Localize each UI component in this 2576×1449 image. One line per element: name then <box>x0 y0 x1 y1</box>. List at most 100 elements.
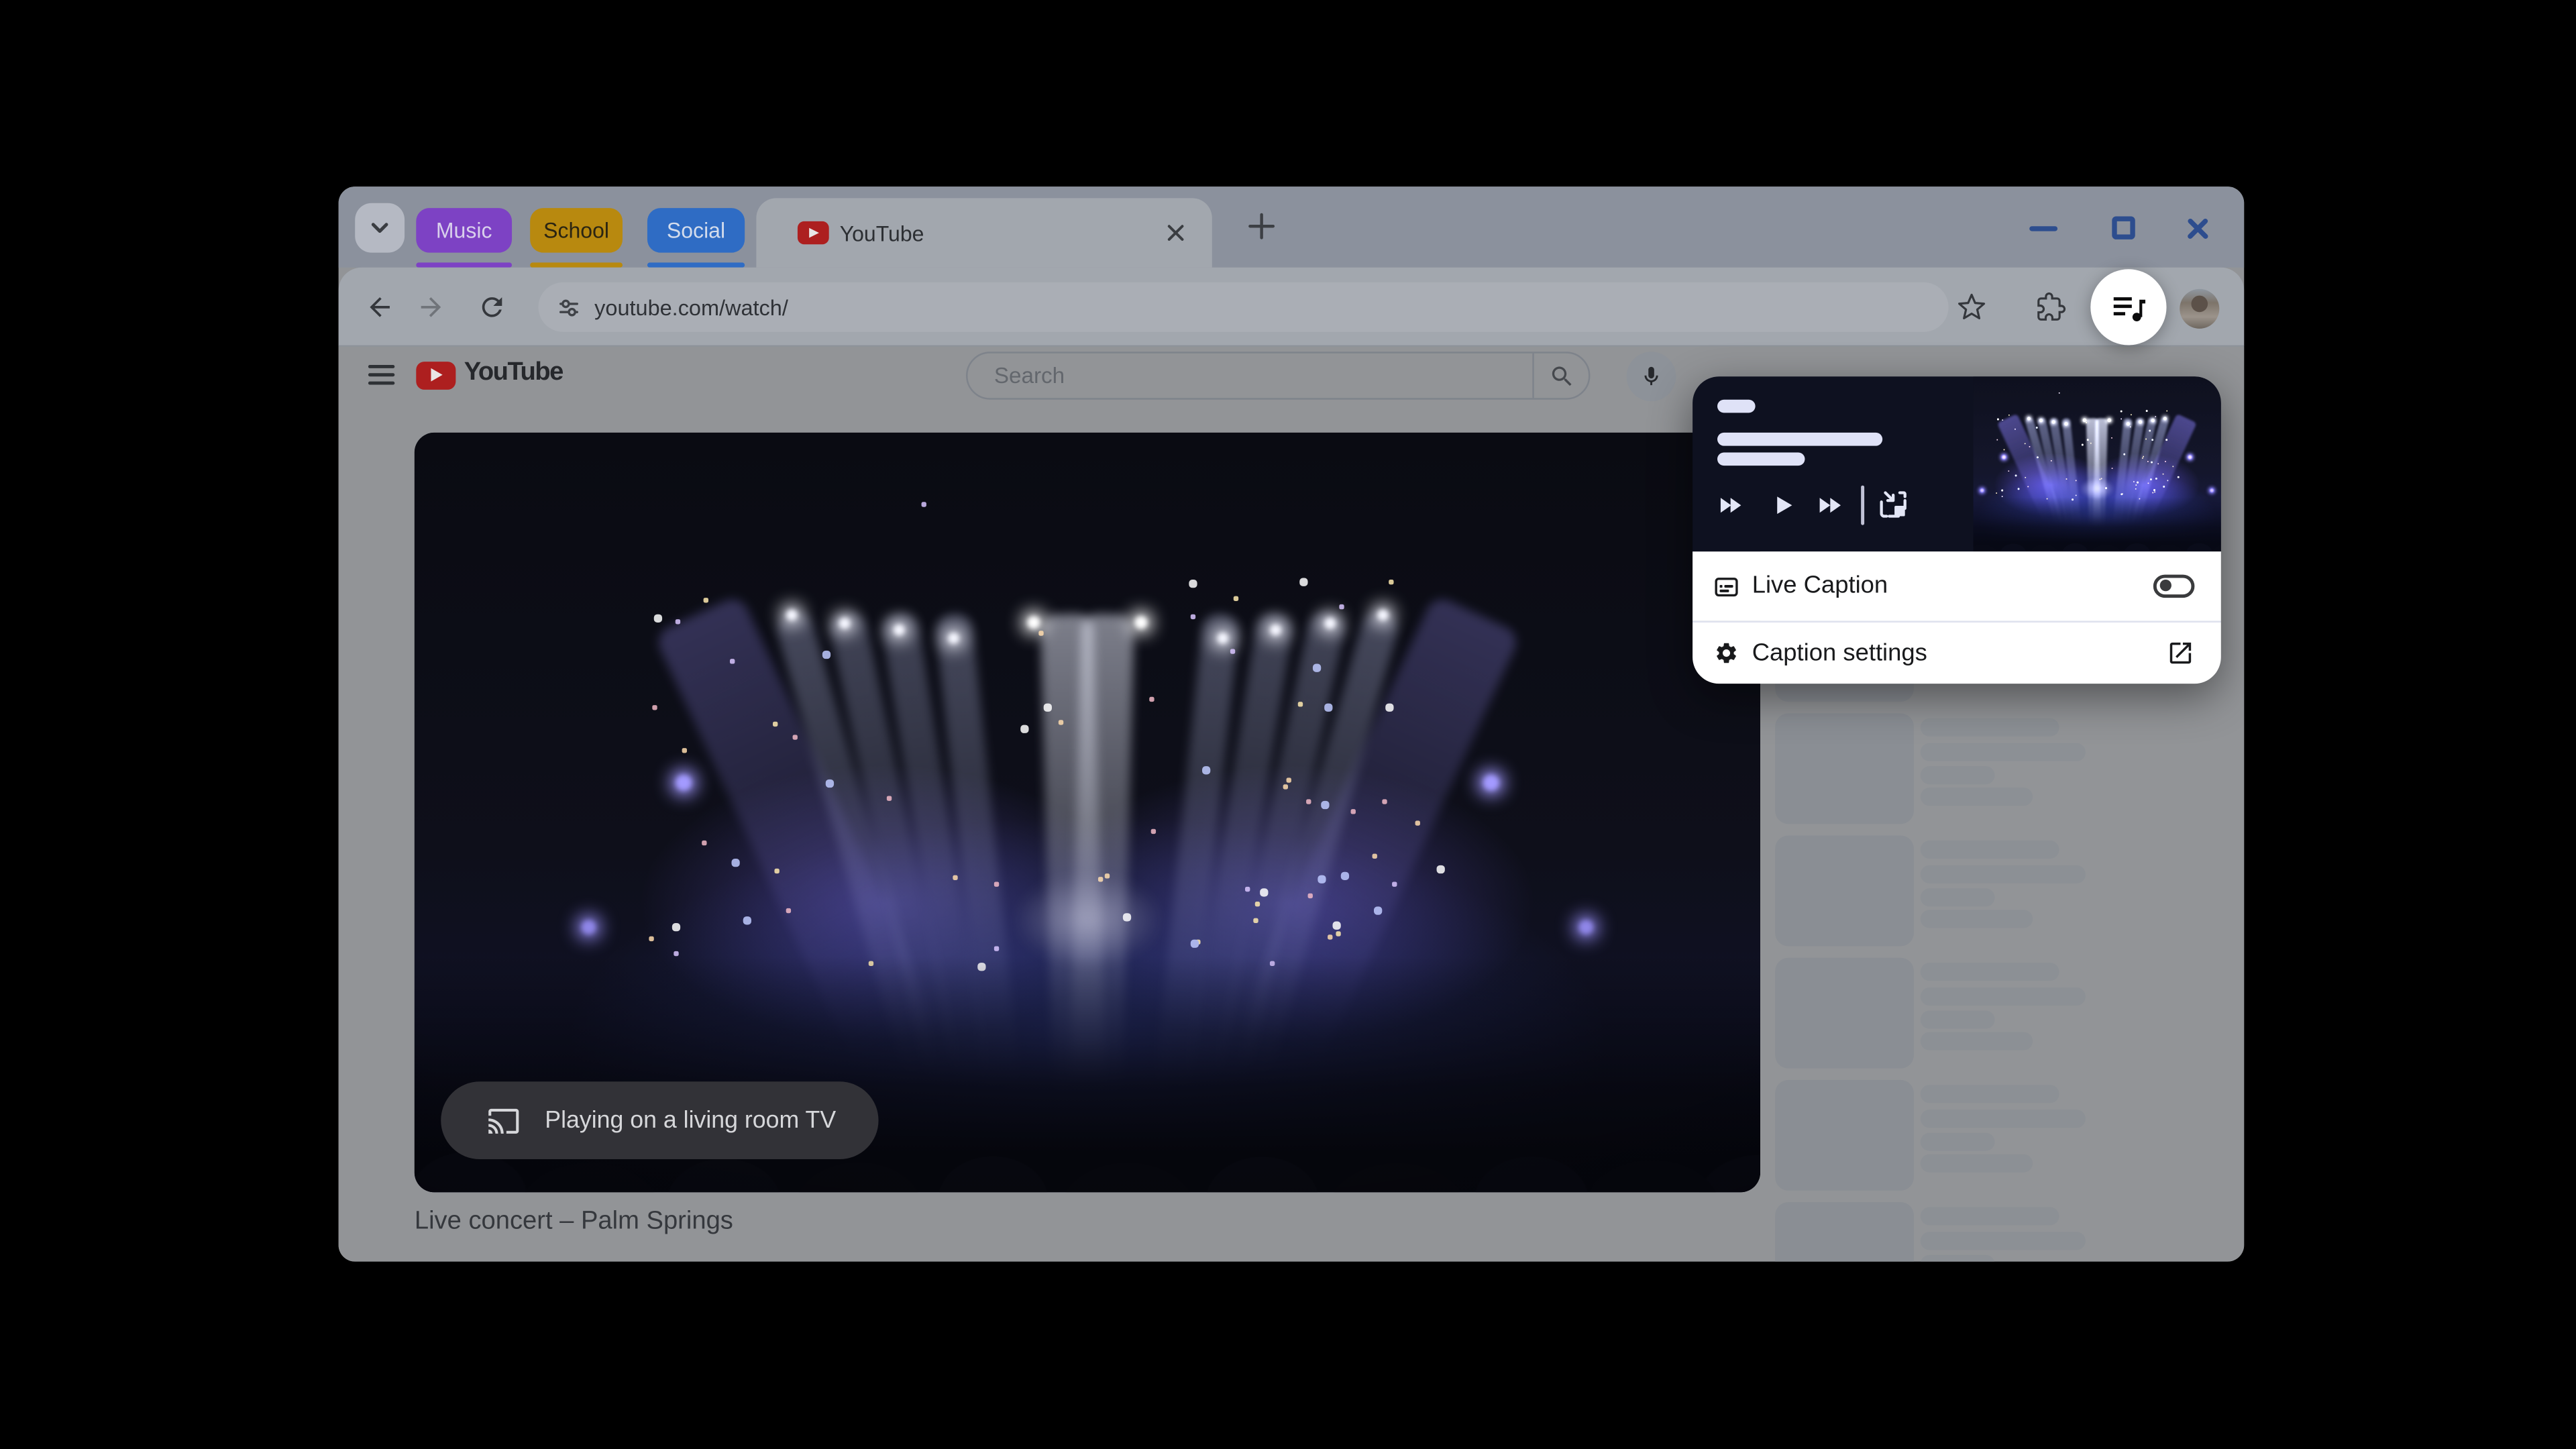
reload-icon[interactable] <box>477 292 506 322</box>
live-caption-icon <box>1715 576 1738 596</box>
tab-group-label: School <box>543 217 610 243</box>
skeleton-text-line <box>1920 1254 1995 1262</box>
plus-icon <box>1248 213 1275 239</box>
menu-icon[interactable] <box>368 365 395 385</box>
spotlight-dot <box>2151 419 2155 422</box>
skeleton-text-line <box>1920 766 1995 785</box>
skeleton-video-item <box>1775 713 2244 824</box>
skeleton-text-line <box>1920 963 2059 981</box>
minimize-icon[interactable] <box>2029 226 2058 232</box>
open-in-new-icon <box>2169 642 2192 664</box>
gear-icon <box>1717 643 1736 663</box>
video-vignette <box>414 432 1760 1193</box>
controls-divider <box>1861 485 1865 525</box>
mic-icon <box>1644 366 1658 384</box>
skeleton-text-line <box>1920 1154 2033 1173</box>
live-caption-row[interactable]: Live Caption <box>1693 551 2221 621</box>
tab-title: YouTube <box>839 221 924 246</box>
media-title-skeleton <box>1717 432 1883 445</box>
tab-close-button[interactable] <box>1162 219 1188 246</box>
tab-group-label: Music <box>435 217 492 243</box>
caption-settings-row[interactable]: Caption settings <box>1693 623 2221 684</box>
crowd-silhouette <box>1973 497 2221 552</box>
window-close-icon[interactable] <box>2185 215 2211 241</box>
search-input[interactable] <box>967 353 1540 398</box>
previous-track-icon[interactable] <box>1716 490 1746 520</box>
spotlight-dot <box>2108 419 2111 422</box>
new-tab-button[interactable] <box>1240 205 1283 248</box>
extensions-icon[interactable] <box>2036 292 2066 322</box>
address-bar[interactable]: youtube.com/watch/ <box>538 282 1949 332</box>
skeleton-thumbnail <box>1775 713 1914 824</box>
play-icon[interactable] <box>1768 490 1798 520</box>
search-button[interactable] <box>1532 353 1589 398</box>
skeleton-text-line <box>1920 1110 2086 1128</box>
bookmark-star-icon[interactable] <box>1957 292 1986 322</box>
youtube-wordmark[interactable]: YouTube <box>464 358 564 388</box>
youtube-logo-icon[interactable] <box>416 360 456 389</box>
skeleton-thumbnail <box>1775 1079 1914 1191</box>
tab-search-button[interactable] <box>355 203 405 253</box>
tab-youtube[interactable]: YouTube <box>755 198 1212 268</box>
next-track-icon[interactable] <box>1815 490 1844 520</box>
queue-music-icon <box>2113 296 2146 321</box>
picture-in-picture-icon[interactable] <box>1878 489 1909 521</box>
skeleton-text-line <box>1920 865 2086 883</box>
spotlight-dot <box>2188 455 2192 460</box>
cast-status-chip[interactable]: Playing on a living room TV <box>441 1081 879 1160</box>
media-controls-button[interactable] <box>2090 268 2167 345</box>
url-text: youtube.com/watch/ <box>594 294 788 320</box>
skeleton-thumbnail <box>1775 957 1914 1069</box>
spotlight-dot <box>1980 488 1984 492</box>
search-icon <box>1551 366 1571 385</box>
close-icon <box>1167 225 1183 241</box>
skeleton-text-line <box>1920 788 2033 806</box>
tab-strip: Music School Social YouTube <box>338 186 2245 268</box>
browser-toolbar: youtube.com/watch/ <box>338 267 2245 347</box>
skeleton-video-item <box>1775 1079 2244 1191</box>
stage-glow <box>2080 478 2114 500</box>
voice-search-button[interactable] <box>1626 351 1676 400</box>
site-settings-icon[interactable] <box>557 294 582 319</box>
cast-status-text: Playing on a living room TV <box>545 1107 837 1134</box>
tab-group-school[interactable]: School <box>530 208 623 253</box>
skeleton-text-line <box>1920 987 2086 1006</box>
tab-group-social[interactable]: Social <box>647 208 745 253</box>
skeleton-text-line <box>1920 743 2086 761</box>
skeleton-text-line <box>1920 1032 2033 1051</box>
spotlight-dot <box>2127 422 2130 425</box>
tab-group-music[interactable]: Music <box>416 208 513 253</box>
youtube-favicon <box>796 221 828 245</box>
spotlight-dot <box>2039 419 2043 422</box>
album-art[interactable] <box>1973 376 2221 552</box>
skeleton-text-line <box>1920 1232 2086 1250</box>
live-caption-toggle[interactable] <box>2153 574 2195 598</box>
skeleton-text-line <box>1920 1085 2059 1104</box>
skeleton-text-line <box>1920 1132 1995 1151</box>
skeleton-thumbnail <box>1775 1202 1914 1262</box>
skeleton-text-line <box>1920 1207 2059 1226</box>
forward-icon[interactable] <box>416 292 445 322</box>
video-player[interactable]: Playing on a living room TV <box>414 432 1760 1193</box>
spotlight-dot <box>2083 419 2086 422</box>
skeleton-video-item <box>1775 957 2244 1069</box>
desktop: Music School Social YouTube youtube.com/… <box>0 0 2576 1449</box>
spotlight-dot <box>2002 455 2006 460</box>
spotlight-dot <box>2052 421 2055 424</box>
caption-settings-label: Caption settings <box>1752 639 1927 667</box>
media-artist-skeleton <box>1717 452 1805 465</box>
skeleton-thumbnail <box>1775 835 1914 947</box>
media-session-card <box>1693 376 2221 552</box>
album-art-image <box>1973 376 2221 552</box>
video-title: Live concert – Palm Springs <box>414 1207 733 1236</box>
cast-icon <box>488 1108 519 1133</box>
skeleton-text-line <box>1920 840 2059 859</box>
skeleton-video-item <box>1775 1202 2244 1262</box>
profile-avatar[interactable] <box>2180 288 2220 328</box>
maximize-icon[interactable] <box>2112 216 2135 239</box>
tab-group-line-school <box>530 262 623 268</box>
back-icon[interactable] <box>365 292 394 322</box>
tab-group-line-social <box>647 262 745 268</box>
media-source-chip-skeleton <box>1717 399 1756 413</box>
tab-group-line-music <box>416 262 513 268</box>
